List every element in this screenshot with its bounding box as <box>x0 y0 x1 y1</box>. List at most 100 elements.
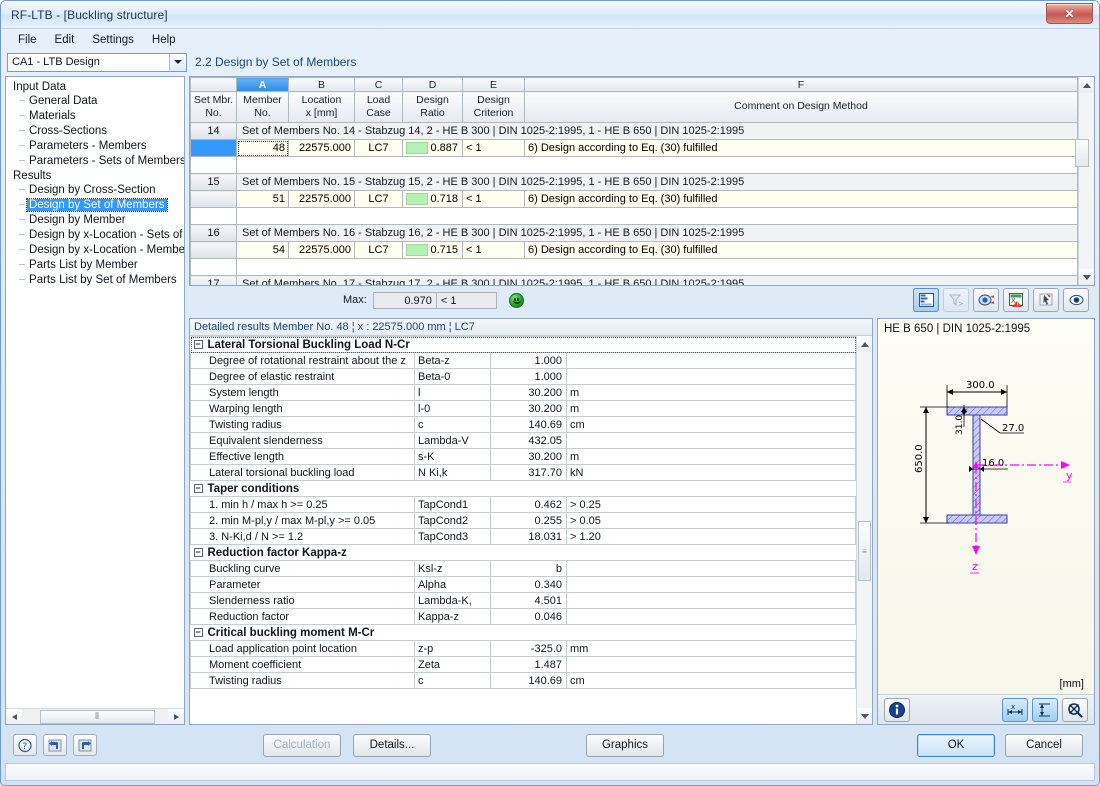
ok-button[interactable]: OK <box>917 733 995 757</box>
cell-location[interactable]: 22575.000 <box>288 241 355 259</box>
sidebar-item-design-by-member[interactable]: ┄ Design by Member <box>9 213 184 228</box>
row-selector[interactable] <box>190 241 237 259</box>
zoom-reset-icon[interactable] <box>1062 697 1088 722</box>
cell-location[interactable]: 22575.000 <box>288 190 355 208</box>
design-case-combobox[interactable]: CA1 - LTB Design <box>7 52 187 72</box>
section-row[interactable]: − Lateral Torsional Buckling Load N-Cr <box>190 336 856 353</box>
sidebar-item-parameters-members[interactable]: ┄ Parameters - Members <box>9 139 184 154</box>
detail-section-header[interactable]: − Critical buckling moment M-Cr <box>190 624 856 641</box>
cell-empty[interactable] <box>236 156 1078 174</box>
next-icon[interactable] <box>73 734 97 756</box>
scrollbar-thumb[interactable] <box>1075 139 1089 167</box>
column-letter-a[interactable]: A <box>236 77 289 92</box>
collapse-icon[interactable]: − <box>193 483 203 493</box>
collapse-icon[interactable]: − <box>193 339 203 349</box>
cell-member-no[interactable]: 51 <box>236 190 289 208</box>
column-letter-c[interactable]: C <box>354 77 403 92</box>
row-selector[interactable] <box>190 190 237 208</box>
sidebar-item-cross-sections[interactable]: ┄ Cross-Sections <box>9 124 184 139</box>
scroll-up-icon[interactable] <box>857 336 872 352</box>
select-pointer-icon[interactable] <box>1033 288 1059 312</box>
cell-design-ratio[interactable]: 0.718 <box>402 190 463 208</box>
table-group-row[interactable]: 15 Set of Members No. 15 - Stabzug 15, 2… <box>190 173 1078 191</box>
scrollbar-thumb[interactable]: ≡ <box>858 521 871 581</box>
column-letter-e[interactable]: E <box>462 77 525 92</box>
scroll-up-icon[interactable] <box>1078 77 1094 93</box>
previous-icon[interactable] <box>43 734 67 756</box>
row-selector[interactable] <box>190 139 237 157</box>
sidebar-item-materials[interactable]: ┄ Materials <box>9 109 184 124</box>
menu-item-file[interactable]: File <box>9 32 46 48</box>
menu-item-help[interactable]: Help <box>143 32 185 48</box>
result-table-icon[interactable] <box>913 288 939 312</box>
menu-item-edit[interactable]: Edit <box>46 32 84 48</box>
sidebar-item-design-by-cross-section[interactable]: ┄ Design by Cross-Section <box>9 183 184 198</box>
row-selector[interactable] <box>190 207 237 225</box>
table-row[interactable]: 51 22575.000 LC7 0.718 < 1 6) Design acc… <box>190 190 1078 208</box>
scroll-left-icon[interactable] <box>6 709 22 724</box>
section-row[interactable]: − Critical buckling moment M-Cr <box>190 624 856 641</box>
graphics-button[interactable]: Graphics <box>586 733 664 757</box>
cell-comment[interactable]: 6) Design according to Eq. (30) fulfille… <box>524 139 1078 157</box>
collapse-icon[interactable]: − <box>193 547 203 557</box>
scroll-down-icon[interactable] <box>857 708 872 724</box>
sidebar-item-general-data[interactable]: ┄ General Data <box>9 94 184 109</box>
cross-section-canvas[interactable]: 300.0 650.0 31.0 27.0 16.0 y z [mm] <box>878 335 1094 694</box>
detail-section-header[interactable]: − Taper conditions <box>190 480 856 497</box>
table-row-empty[interactable] <box>190 207 1078 225</box>
calculation-button[interactable]: Calculation <box>263 733 341 757</box>
collapse-icon[interactable]: − <box>193 627 203 637</box>
cell-member-no[interactable]: 48 <box>236 139 289 157</box>
visibility-eye-icon[interactable] <box>1063 288 1089 312</box>
view-mode-icon[interactable] <box>973 288 999 312</box>
sidebar-item-parameters-sets-of-members[interactable]: ┄ Parameters - Sets of Members <box>9 154 184 169</box>
details-button[interactable]: Details... <box>353 733 431 757</box>
sidebar-item-parts-list-by-set-of-members[interactable]: ┄ Parts List by Set of Members <box>9 273 184 288</box>
table-row[interactable]: 48 22575.000 LC7 0.887 < 1 6) Design acc… <box>190 139 1078 157</box>
export-excel-icon[interactable]: X! <box>1003 288 1029 312</box>
cell-design-ratio[interactable]: 0.887 <box>402 139 463 157</box>
cell-empty[interactable] <box>236 207 1078 225</box>
section-row[interactable]: − Taper conditions <box>190 480 856 497</box>
menu-item-settings[interactable]: Settings <box>83 32 143 48</box>
row-selector[interactable] <box>190 156 237 174</box>
sidebar-item-parts-list-by-member[interactable]: ┄ Parts List by Member <box>9 258 184 273</box>
column-letter-b[interactable]: B <box>288 77 355 92</box>
navigator-horizontal-scrollbar[interactable]: ⦀ <box>6 708 184 724</box>
cell-load-case[interactable]: LC7 <box>354 139 403 157</box>
table-group-row[interactable]: 16 Set of Members No. 16 - Stabzug 16, 2… <box>190 224 1078 242</box>
table-group-row[interactable]: 17 Set of Members No. 17 - Stabzug 17, 2… <box>190 275 1078 285</box>
detail-section-header[interactable]: − Lateral Torsional Buckling Load N-Cr <box>190 336 856 353</box>
scroll-down-icon[interactable] <box>1078 269 1094 285</box>
scrollbar-thumb[interactable]: ⦀ <box>40 709 155 724</box>
scroll-right-icon[interactable] <box>168 709 184 724</box>
detail-vertical-scrollbar[interactable]: ≡ <box>856 336 872 724</box>
tree-group-input-data[interactable]: Input Data <box>9 80 184 94</box>
cell-design-criterion[interactable]: < 1 <box>462 190 525 208</box>
table-row-empty[interactable] <box>190 156 1078 174</box>
cell-load-case[interactable]: LC7 <box>354 190 403 208</box>
cell-load-case[interactable]: LC7 <box>354 241 403 259</box>
sidebar-item-design-by-x-location-sets[interactable]: ┄ Design by x-Location - Sets of M <box>9 228 184 243</box>
row-selector[interactable] <box>190 258 237 276</box>
cell-design-ratio[interactable]: 0.715 <box>402 241 463 259</box>
table-group-row[interactable]: 14 Set of Members No. 14 - Stabzug 14, 2… <box>190 122 1078 140</box>
section-row[interactable]: − Reduction factor Kappa-z <box>190 544 856 561</box>
sidebar-item-design-by-set-of-members[interactable]: ┄ Design by Set of Members <box>9 198 184 213</box>
detail-section-header[interactable]: − Reduction factor Kappa-z <box>190 544 856 561</box>
tree-group-results[interactable]: Results <box>9 169 184 183</box>
cell-empty[interactable] <box>236 258 1078 276</box>
dimension-x-icon[interactable]: x <box>1002 697 1028 722</box>
cell-comment[interactable]: 6) Design according to Eq. (30) fulfille… <box>524 190 1078 208</box>
results-table-vertical-scrollbar[interactable] <box>1075 77 1094 285</box>
cell-design-criterion[interactable]: < 1 <box>462 241 525 259</box>
cell-location[interactable]: 22575.000 <box>288 139 355 157</box>
dimension-y-icon[interactable] <box>1032 697 1058 722</box>
table-row-empty[interactable] <box>190 258 1078 276</box>
close-button[interactable]: ✕ <box>1046 3 1093 24</box>
info-icon[interactable] <box>884 697 910 722</box>
sidebar-item-design-by-x-location-members[interactable]: ┄ Design by x-Location - Members <box>9 243 184 258</box>
column-letter-f[interactable]: F <box>524 77 1078 92</box>
table-row[interactable]: 54 22575.000 LC7 0.715 < 1 6) Design acc… <box>190 241 1078 259</box>
chevron-down-icon[interactable] <box>169 53 186 71</box>
